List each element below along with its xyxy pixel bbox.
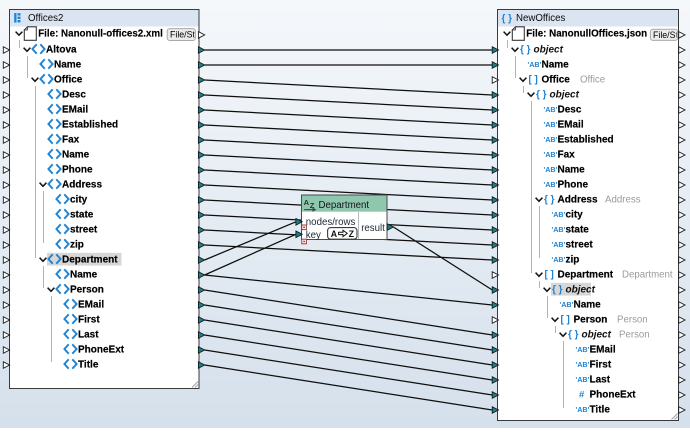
svg-text:Desc: Desc [558,105,582,116]
svg-text:{ }: { } [552,285,563,296]
svg-text:EMail: EMail [62,105,88,116]
svg-text:Name: Name [574,300,602,311]
svg-text:Phone: Phone [62,165,93,176]
svg-text:Established: Established [558,135,614,146]
svg-text:'AB': 'AB' [544,150,558,159]
svg-text:Name: Name [558,165,586,176]
svg-text:city: city [70,195,88,206]
svg-text:Office: Office [542,75,571,86]
svg-text:Title: Title [78,360,99,371]
svg-text:Person: Person [617,315,648,326]
svg-text:Fax: Fax [62,135,80,146]
svg-text:{ }: { } [520,45,531,56]
svg-text:result: result [361,223,385,234]
svg-text:{ }: { } [502,13,513,24]
svg-text:Name: Name [62,150,90,161]
svg-text:Established: Established [62,120,118,131]
svg-text:'AB': 'AB' [552,255,566,264]
svg-text:PhoneExt: PhoneExt [590,390,637,401]
svg-text:EMail: EMail [590,345,616,356]
svg-text:'AB': 'AB' [544,135,558,144]
svg-text:Fax: Fax [558,150,576,161]
svg-text:File: NanonullOffices.json: File: NanonullOffices.json [526,29,647,40]
svg-text:PhoneExt: PhoneExt [78,345,125,356]
svg-text:Person: Person [70,285,104,296]
svg-text:'AB': 'AB' [544,120,558,129]
svg-text:city: city [566,210,584,221]
svg-text:Office: Office [580,75,605,86]
svg-text:street: street [70,225,98,236]
svg-text:File/St: File/St [170,30,195,40]
svg-text:Last: Last [590,375,611,386]
svg-text:state: state [566,225,590,236]
svg-text:EMail: EMail [558,120,584,131]
svg-text:Address: Address [558,195,598,206]
svg-text:First: First [78,315,100,326]
svg-text:A: A [304,198,310,207]
svg-text:EMail: EMail [78,300,104,311]
svg-text:[ ]: [ ] [561,315,570,326]
svg-text:Name: Name [542,60,570,71]
svg-text:NewOffices: NewOffices [516,13,566,24]
svg-text:Person: Person [619,330,650,341]
svg-text:[ ]: [ ] [529,75,538,86]
svg-text:{ }: { } [544,195,555,206]
svg-text:'AB': 'AB' [552,240,566,249]
svg-text:state: state [70,210,94,221]
svg-text:First: First [590,360,612,371]
svg-text:#: # [579,390,585,401]
svg-text:'AB': 'AB' [576,345,590,354]
svg-text:Phone: Phone [558,180,589,191]
svg-text:Department: Department [622,270,673,281]
svg-text:'AB': 'AB' [576,375,590,384]
svg-text:'AB': 'AB' [552,225,566,234]
svg-text:Department: Department [558,270,614,281]
svg-text:nodes/rows: nodes/rows [306,217,356,228]
svg-text:[ ]: [ ] [545,270,554,281]
svg-text:Name: Name [70,270,98,281]
svg-text:object: object [550,90,580,101]
svg-text:'AB': 'AB' [544,165,558,174]
svg-text:'AB': 'AB' [544,180,558,189]
svg-text:Z: Z [349,229,355,239]
svg-text:zip: zip [70,240,84,251]
svg-text:'AB': 'AB' [576,360,590,369]
svg-text:object: object [534,45,564,56]
svg-text:File: Nanonull-offices2.xml: File: Nanonull-offices2.xml [38,29,163,40]
svg-text:'AB': 'AB' [552,210,566,219]
svg-text:File/St: File/St [653,30,678,40]
svg-text:'AB': 'AB' [560,300,574,309]
svg-text:'AB': 'AB' [544,105,558,114]
svg-text:Address: Address [605,195,641,206]
svg-text:Department: Department [62,255,118,266]
svg-text:Person: Person [574,315,608,326]
svg-text:{ }: { } [568,330,579,341]
svg-text:key: key [306,230,321,241]
svg-text:{ }: { } [536,90,547,101]
svg-text:Title: Title [590,405,611,416]
svg-text:'AB': 'AB' [528,60,542,69]
svg-text:Desc: Desc [62,90,86,101]
svg-text:street: street [566,240,594,251]
svg-text:'AB': 'AB' [576,405,590,414]
svg-text:Department: Department [319,200,370,211]
svg-text:Name: Name [54,60,82,71]
svg-text:Last: Last [78,330,99,341]
svg-text:zip: zip [566,255,580,266]
svg-text:object: object [582,330,612,341]
svg-text:Altova: Altova [46,45,77,56]
svg-text:Offices2: Offices2 [28,13,63,24]
svg-text:A: A [331,229,338,239]
svg-text:object: object [566,285,596,296]
svg-text:Address: Address [62,180,102,191]
svg-text:Office: Office [54,75,83,86]
